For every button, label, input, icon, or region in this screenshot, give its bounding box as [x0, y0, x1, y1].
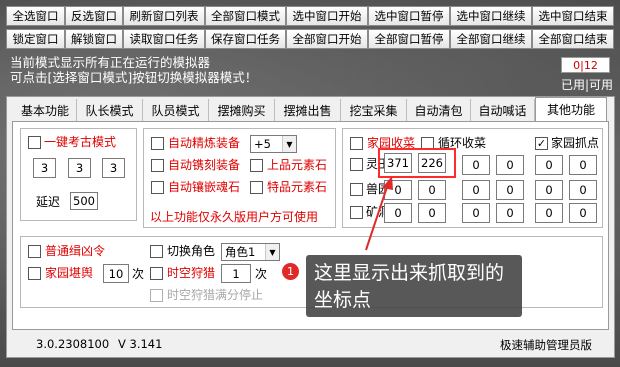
beast-x-input[interactable]: 0	[384, 180, 412, 200]
mine-y-input[interactable]: 0	[418, 203, 446, 223]
chevron-down-icon: ▼	[265, 244, 279, 260]
special-stone-label: 特品元素石	[267, 180, 328, 194]
version-v: V 3.141	[118, 337, 163, 351]
all-continue-button[interactable]: 全部窗口继续	[450, 29, 532, 49]
role-select[interactable]: 角色1 ▼	[221, 243, 280, 261]
tab-stall-sell[interactable]: 摆摊出售	[275, 99, 341, 122]
mode-info-line: 当前模式显示所有正在运行的模拟器	[10, 55, 211, 70]
delay-label: 延迟	[36, 195, 61, 209]
all-windows-mode-button[interactable]: 全部窗口模式	[205, 6, 286, 26]
switch-role-label: 切换角色	[167, 244, 216, 258]
annotation-line-1: 这里显示出来抓取到的	[314, 262, 505, 284]
inlay-label: 自动镶嵌魂石	[168, 180, 241, 194]
selected-start-button[interactable]: 选中窗口开始	[286, 6, 368, 26]
field-x3-input[interactable]: 0	[535, 155, 563, 175]
mine-y3-input[interactable]: 0	[569, 203, 597, 223]
refine-checkbox[interactable]	[151, 137, 164, 150]
beast-y-input[interactable]: 0	[418, 180, 446, 200]
home-harvest-checkbox[interactable]	[350, 137, 363, 150]
edition-label: 极速辅助管理员版	[500, 338, 592, 352]
inlay-checkbox[interactable]	[151, 181, 164, 194]
mine-x-input[interactable]: 0	[384, 203, 412, 223]
time-hunt-stop-label: 时空狩猎满分停止	[167, 288, 264, 302]
premium-stone-label: 上品元素石	[267, 158, 328, 172]
version-number: 3.0.2308100	[36, 337, 110, 351]
beast-row-checkbox[interactable]	[350, 183, 363, 196]
invert-selection-button[interactable]: 反选窗口	[65, 6, 123, 26]
special-stone-checkbox[interactable]	[250, 181, 263, 194]
mine-y2-input[interactable]: 0	[496, 203, 524, 223]
annotation-text: 这里显示出来抓取到的 坐标点	[314, 260, 504, 314]
mode-hint-line: 可点击[选择窗口模式]按钮切换模拟器模式！	[10, 70, 258, 85]
annotation-line-2: 坐标点	[314, 289, 372, 311]
tab-auto-clean[interactable]: 自动清包	[407, 99, 471, 122]
captured-coordinate-highlight	[378, 148, 456, 178]
tab-auto-shout[interactable]: 自动喊话	[471, 99, 535, 122]
refine-level-value: +5	[254, 137, 271, 151]
all-pause-button[interactable]: 全部窗口暂停	[368, 29, 450, 49]
archaeology-checkbox[interactable]	[28, 136, 41, 149]
tab-leader-mode[interactable]: 队长模式	[77, 99, 143, 122]
mine-row-checkbox[interactable]	[350, 206, 363, 219]
select-all-windows-button[interactable]: 全选窗口	[6, 6, 65, 26]
vip-note: 以上功能仅永久版用户方可使用	[150, 210, 319, 224]
switch-role-checkbox[interactable]	[150, 245, 163, 258]
tab-other-functions[interactable]: 其他功能	[535, 97, 607, 121]
refresh-window-list-button[interactable]: 刷新窗口列表	[123, 6, 205, 26]
field-y2-input[interactable]: 0	[496, 155, 524, 175]
home-point-checkbox[interactable]: ✓	[535, 137, 548, 150]
time-hunt-stop-checkbox[interactable]	[150, 289, 163, 302]
mine-x2-input[interactable]: 0	[462, 203, 490, 223]
delay-input[interactable]: 500	[70, 192, 98, 210]
beast-y3-input[interactable]: 0	[569, 180, 597, 200]
premium-stone-checkbox[interactable]	[250, 159, 263, 172]
field-x2-input[interactable]: 0	[462, 155, 490, 175]
usage-counter: 0|12	[561, 57, 610, 73]
home-point-label: 家园抓点	[551, 136, 600, 150]
engrave-label: 自动镌刻装备	[168, 158, 241, 172]
wanted-order-checkbox[interactable]	[28, 245, 41, 258]
tab-basic[interactable]: 基本功能	[14, 99, 77, 122]
chevron-down-icon: ▼	[282, 136, 296, 152]
time-hunt-label: 时空狩猎	[167, 266, 216, 280]
usage-label: 已用|可用	[561, 78, 614, 92]
beast-x3-input[interactable]: 0	[535, 180, 563, 200]
tab-stall-buy[interactable]: 摆摊购买	[209, 99, 275, 122]
wanted-order-label: 普通缉凶令	[45, 244, 106, 258]
archaeology-value-2[interactable]: 3	[68, 158, 91, 178]
field-row-checkbox[interactable]	[350, 158, 363, 171]
selected-pause-button[interactable]: 选中窗口暂停	[368, 6, 450, 26]
archaeology-label: 一键考古模式	[44, 135, 117, 149]
beast-y2-input[interactable]: 0	[496, 180, 524, 200]
selected-end-button[interactable]: 选中窗口结束	[532, 6, 614, 26]
beast-x2-input[interactable]: 0	[462, 180, 490, 200]
geomancy-label: 家园堪舆	[45, 266, 94, 280]
lock-window-button[interactable]: 锁定窗口	[6, 29, 65, 49]
all-start-button[interactable]: 全部窗口开始	[286, 29, 368, 49]
unlock-window-button[interactable]: 解锁窗口	[65, 29, 123, 49]
tab-dig-collect[interactable]: 挖宝采集	[341, 99, 407, 122]
selected-continue-button[interactable]: 选中窗口继续	[450, 6, 532, 26]
read-window-task-button[interactable]: 读取窗口任务	[123, 29, 205, 49]
refine-label: 自动精炼装备	[168, 136, 241, 150]
field-y3-input[interactable]: 0	[569, 155, 597, 175]
time-hunt-unit: 次	[255, 267, 268, 281]
geomancy-checkbox[interactable]	[28, 267, 41, 280]
save-window-task-button[interactable]: 保存窗口任务	[205, 29, 286, 49]
time-hunt-checkbox[interactable]	[150, 267, 163, 280]
tab-member-mode[interactable]: 队员模式	[143, 99, 209, 122]
geomancy-unit: 次	[132, 267, 145, 281]
engrave-checkbox[interactable]	[151, 159, 164, 172]
mine-x3-input[interactable]: 0	[535, 203, 563, 223]
annotation-badge: 1	[282, 263, 299, 280]
refine-level-select[interactable]: +5 ▼	[250, 135, 297, 153]
all-end-button[interactable]: 全部窗口结束	[532, 29, 614, 49]
archaeology-value-1[interactable]: 3	[33, 158, 56, 178]
geomancy-count-input[interactable]: 10	[103, 264, 129, 283]
role-select-value: 角色1	[225, 245, 256, 259]
archaeology-value-3[interactable]: 3	[102, 158, 125, 178]
time-hunt-count-input[interactable]: 1	[221, 264, 251, 283]
